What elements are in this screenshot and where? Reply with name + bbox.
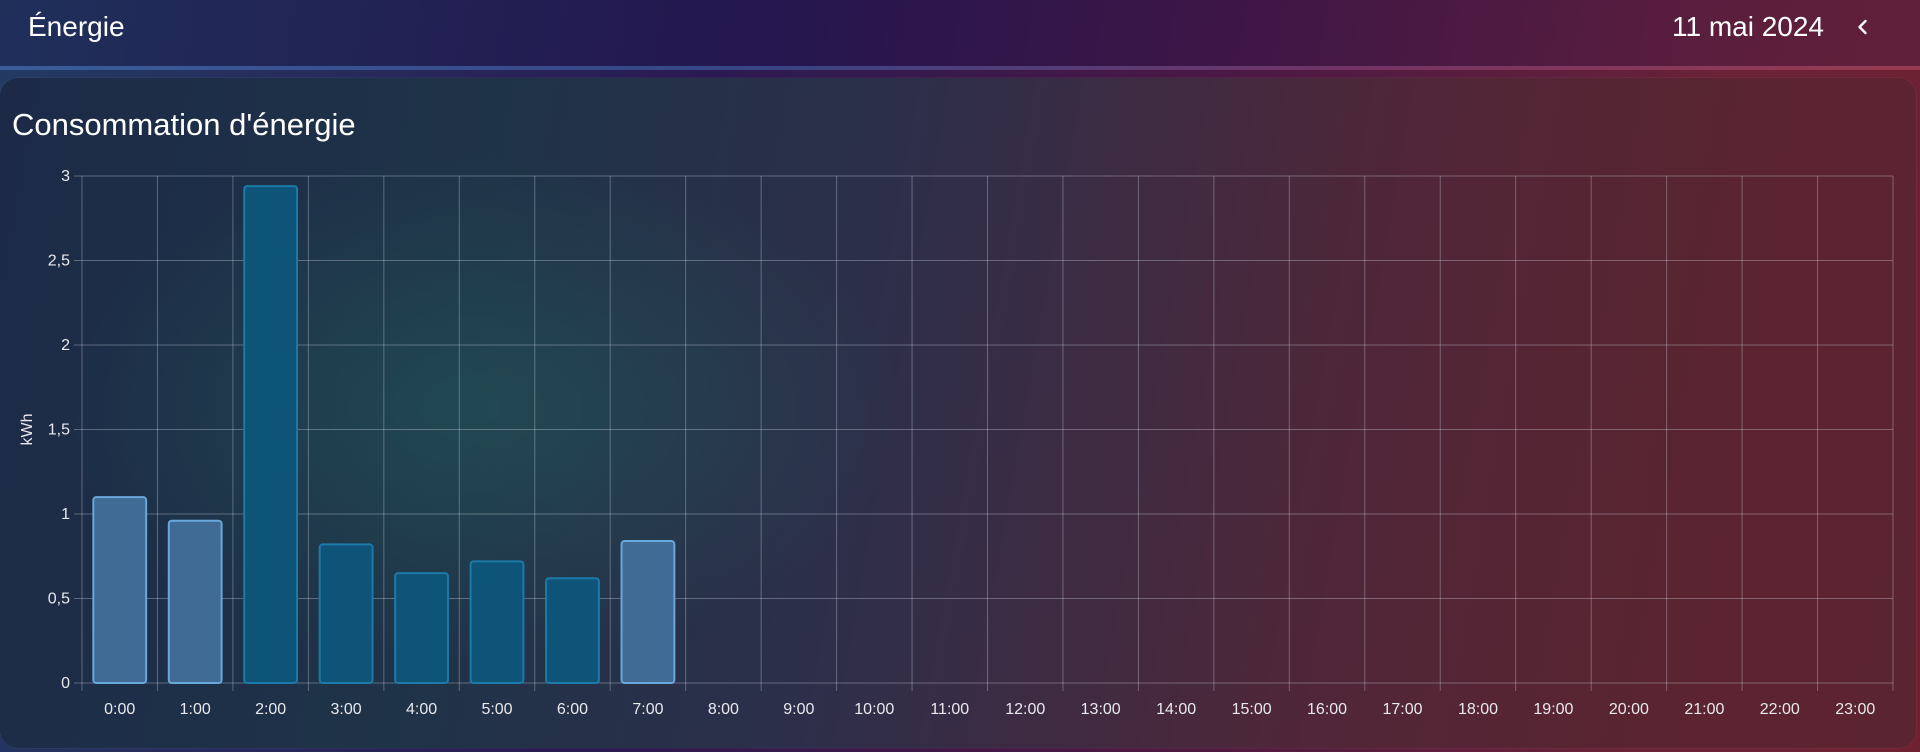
y-tick-label: 1,5	[48, 422, 70, 439]
x-tick-label: 1:00	[180, 701, 211, 718]
x-tick-label: 7:00	[632, 701, 663, 718]
x-tick-label: 21:00	[1684, 701, 1724, 718]
top-app-bar: Énergie 11 mai 2024	[0, 0, 1920, 66]
y-tick-label: 0,5	[48, 591, 70, 608]
bar-5:00[interactable]	[469, 560, 525, 685]
energy-usage-card: Consommation d'énergie 0 0,5 1 1,5 2 2,5 3 0:00…	[0, 78, 1916, 748]
page-title: Énergie	[28, 11, 125, 42]
x-tick-label: 10:00	[854, 701, 894, 718]
x-tick-label: 8:00	[708, 701, 739, 718]
x-tick-label: 22:00	[1760, 701, 1800, 718]
x-tick-label: 5:00	[481, 701, 512, 718]
x-tick-label: 0:00	[104, 701, 135, 718]
x-tick-label: 17:00	[1382, 701, 1422, 718]
x-tick-label: 12:00	[1005, 701, 1045, 718]
y-tick-label: 3	[61, 168, 70, 185]
x-tick-label: 4:00	[406, 701, 437, 718]
bar-7:00[interactable]	[620, 540, 676, 685]
y-tick-label: 0	[61, 675, 70, 692]
x-tick-label: 19:00	[1533, 701, 1573, 718]
y-tick-label: 1	[61, 506, 70, 523]
date-label[interactable]: 11 mai 2024	[1672, 12, 1824, 42]
x-tick-label: 11:00	[930, 701, 969, 718]
x-tick-label: 20:00	[1609, 701, 1649, 718]
y-axis-label: kWh	[19, 414, 36, 446]
x-tick-label: 2:00	[255, 701, 286, 718]
chevron-left-icon-svg	[1858, 19, 1867, 35]
bar-3:00[interactable]	[318, 543, 374, 685]
x-tick-label: 13:00	[1081, 701, 1121, 718]
x-tick-label: 9:00	[783, 701, 814, 718]
bar-0:00[interactable]	[92, 496, 148, 684]
bar-4:00[interactable]	[394, 572, 449, 684]
bar-1:00[interactable]	[167, 519, 223, 685]
y-tick-label: 2,5	[48, 253, 70, 270]
bar-6:00[interactable]	[545, 577, 600, 684]
x-tick-label: 16:00	[1307, 701, 1347, 718]
x-tick-label: 18:00	[1458, 701, 1498, 718]
x-tick-label: 15:00	[1232, 701, 1272, 718]
x-tick-label: 3:00	[331, 701, 362, 718]
x-tick-label: 6:00	[557, 701, 588, 718]
y-tick-label: 2	[61, 337, 70, 354]
bar-2:00[interactable]	[243, 185, 299, 684]
chevron-left-icon[interactable]	[1850, 14, 1876, 40]
header-divider	[0, 66, 1920, 70]
x-tick-label: 14:00	[1156, 701, 1196, 718]
x-tick-label: 23:00	[1835, 701, 1875, 718]
energy-bar-chart: 0 0,5 1 1,5 2 2,5 3 0:00 1:00 2:00 3:00 4:00 5:00 6:0…	[19, 168, 1894, 718]
